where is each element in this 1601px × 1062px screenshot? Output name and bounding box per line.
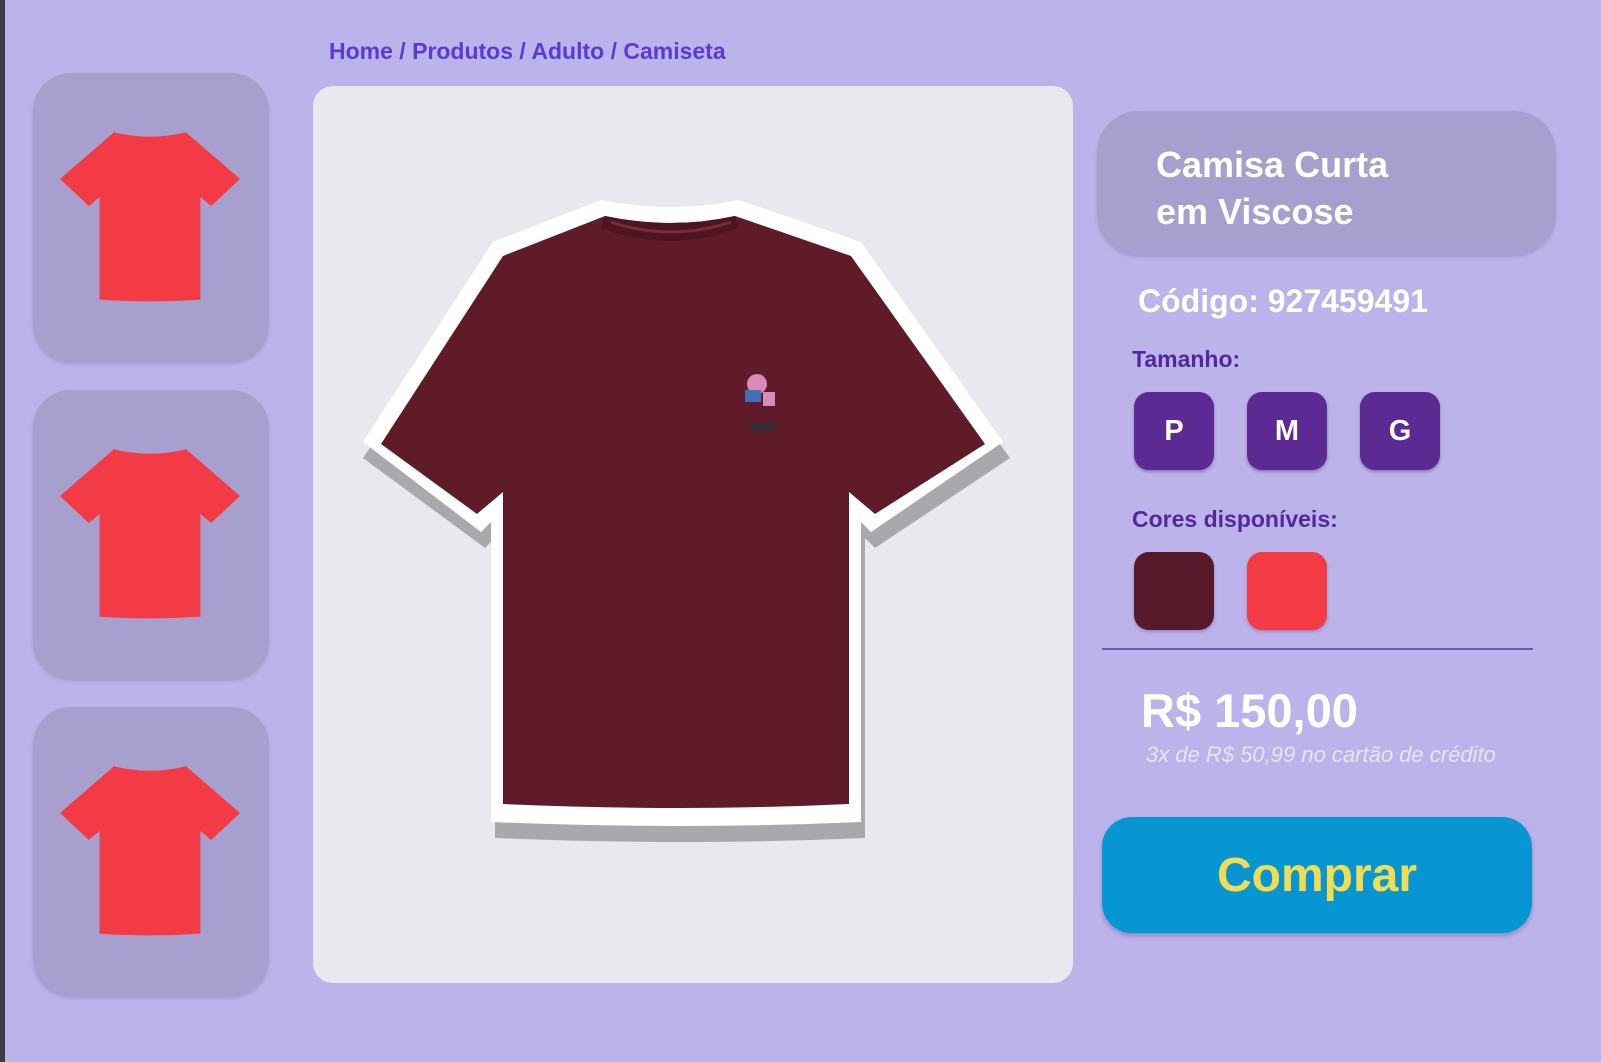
tshirt-icon — [60, 132, 240, 302]
installment-info: 3x de R$ 50,99 no cartão de crédito — [1146, 742, 1496, 767]
product-code: Código: 927459491 — [1138, 283, 1428, 319]
tshirt-icon — [60, 449, 240, 619]
size-label: Tamanho: — [1132, 346, 1241, 372]
thumbnail-3[interactable] — [33, 707, 269, 996]
product-main-image — [313, 86, 1073, 983]
tshirt-photo — [363, 200, 1010, 842]
product-title-line1: Camisa Curta — [1156, 144, 1389, 185]
price: R$ 150,00 — [1141, 684, 1358, 737]
size-button-m[interactable]: M — [1247, 392, 1327, 470]
breadcrumb-home[interactable]: Home — [329, 38, 393, 64]
breadcrumb-adulto[interactable]: Adulto — [531, 38, 604, 64]
thumbnail-2[interactable] — [33, 390, 269, 679]
product-title-line2: em Viscose — [1156, 191, 1354, 232]
colors-label: Cores disponíveis: — [1132, 506, 1338, 532]
divider — [1102, 648, 1533, 650]
breadcrumb-separator: / — [519, 38, 526, 64]
color-swatch-burgundy[interactable] — [1134, 552, 1214, 630]
product-title: Camisa Curta em Viscose — [1156, 141, 1388, 235]
breadcrumb-camiseta[interactable]: Camiseta — [623, 38, 725, 64]
breadcrumb: Home / Produtos / Adulto / Camiseta — [329, 38, 726, 65]
tshirt-icon — [60, 766, 240, 936]
buy-button[interactable]: Comprar — [1102, 817, 1532, 933]
breadcrumb-separator: / — [399, 38, 406, 64]
color-swatch-red[interactable] — [1247, 552, 1327, 630]
product-title-card: Camisa Curta em Viscose — [1097, 111, 1556, 255]
size-button-g[interactable]: G — [1360, 392, 1440, 470]
breadcrumb-produtos[interactable]: Produtos — [412, 38, 513, 64]
thumbnail-1[interactable] — [33, 73, 269, 362]
size-button-p[interactable]: P — [1134, 392, 1214, 470]
breadcrumb-separator: / — [610, 38, 617, 64]
window-edge — [0, 0, 5, 1062]
